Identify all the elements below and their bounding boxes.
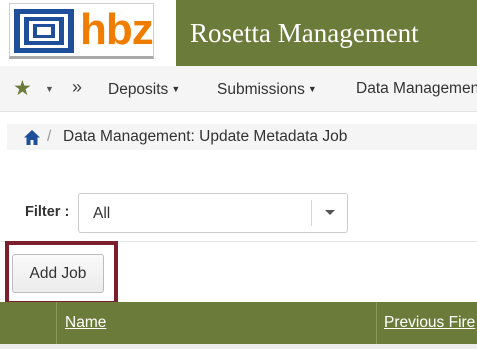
- nav-item-data-management[interactable]: Data Management: [356, 66, 477, 111]
- nav-item-label: Deposits: [108, 81, 169, 98]
- column-header-name[interactable]: Name: [65, 314, 106, 332]
- add-job-button[interactable]: Add Job: [12, 254, 104, 293]
- nav-item-label: Data Management: [356, 80, 477, 97]
- column-divider: [376, 302, 377, 349]
- nav-item-deposits[interactable]: Deposits ▼: [108, 66, 181, 111]
- nav-item-submissions[interactable]: Submissions ▼: [217, 66, 317, 111]
- hbz-logo[interactable]: hbz: [9, 3, 154, 59]
- jobs-table-header: Name Previous Fire: [0, 302, 477, 349]
- breadcrumb-current: Data Management: Update Metadata Job: [63, 128, 348, 145]
- hbz-logo-mark-icon: [14, 9, 74, 53]
- select-column-header: [0, 302, 57, 349]
- nav-item-label: Submissions: [217, 81, 305, 98]
- filter-label: Filter :: [25, 204, 70, 220]
- favorites-star-icon[interactable]: ★: [13, 66, 32, 111]
- logo-text: hbz: [80, 5, 154, 54]
- app-header: hbz Rosetta Management: [0, 0, 477, 66]
- main-nav: ★ ▼ » Deposits ▼ Submissions ▼ Data Manage…: [0, 66, 477, 112]
- column-header-previous-fire[interactable]: Previous Fire: [384, 314, 475, 332]
- chevron-down-icon: ▼: [307, 84, 317, 94]
- breadcrumb: / Data Management: Update Metadata Job: [7, 124, 477, 150]
- chevron-down-icon: ▼: [171, 84, 181, 94]
- breadcrumb-separator: /: [47, 128, 52, 145]
- table-row: [0, 344, 477, 349]
- chevron-down-icon: [325, 210, 335, 215]
- home-icon[interactable]: [24, 130, 40, 145]
- nav-scroll-left-icon[interactable]: »: [72, 66, 82, 110]
- filter-divider: [311, 200, 312, 226]
- app-title: Rosetta Management: [190, 18, 419, 48]
- favorites-caret-icon[interactable]: ▼: [45, 66, 54, 111]
- filter-select[interactable]: All: [78, 193, 348, 233]
- filter-selected-value: All: [93, 205, 111, 222]
- title-bar: Rosetta Management: [176, 0, 477, 66]
